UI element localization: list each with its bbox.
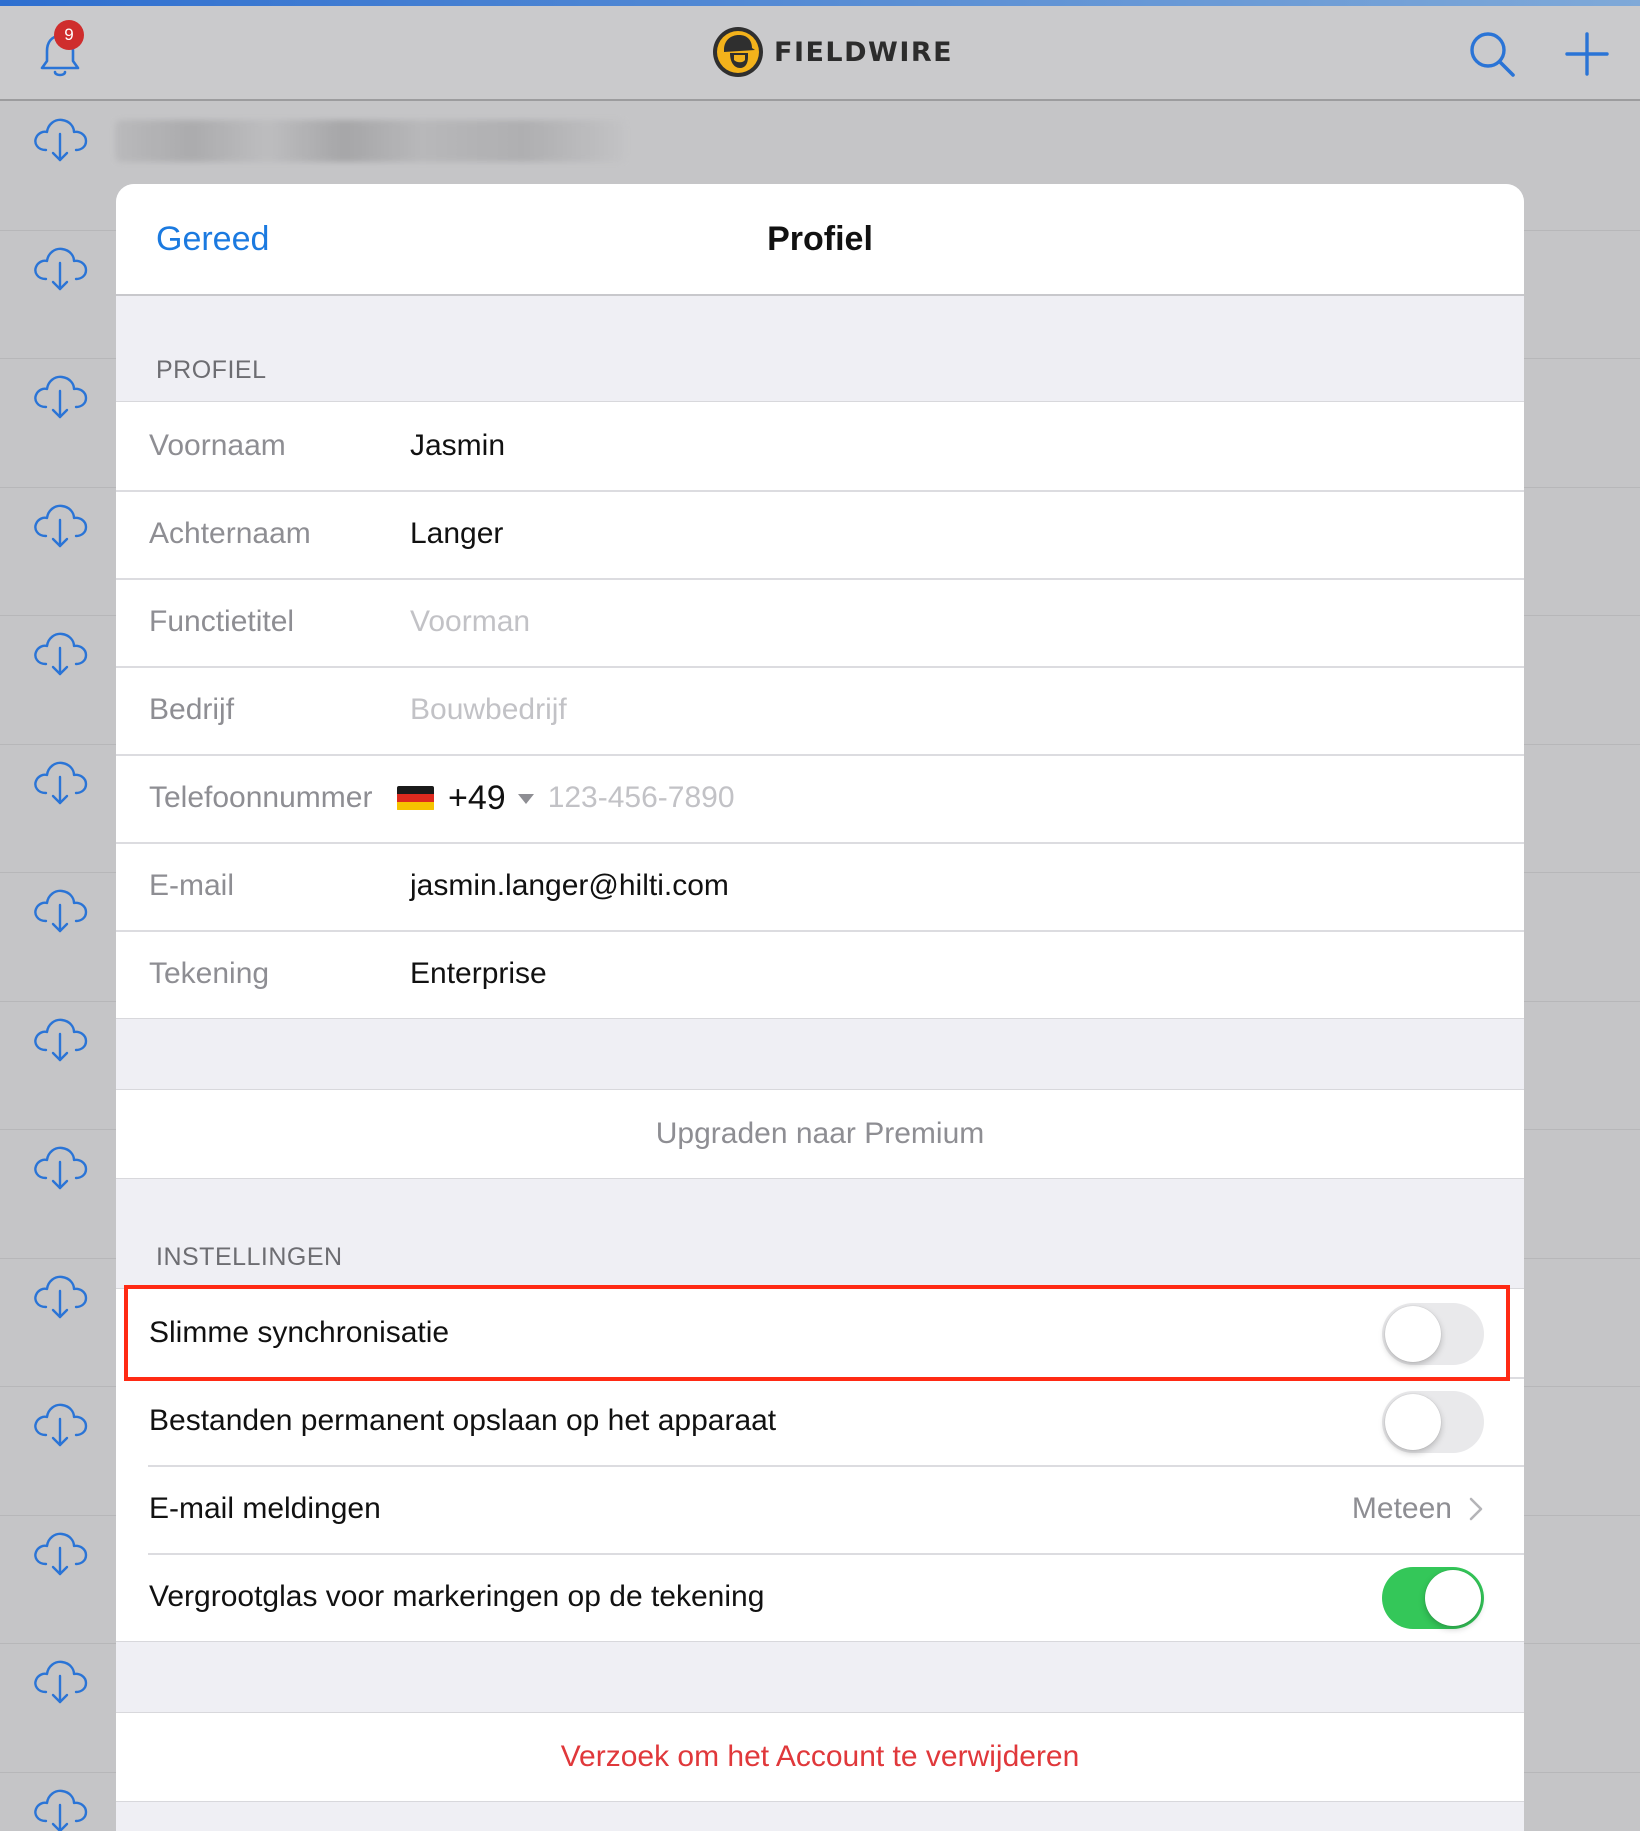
magnifier-label: Vergrootglas voor markeringen op de teke… bbox=[149, 1580, 765, 1613]
cloud-download-icon[interactable] bbox=[30, 112, 90, 164]
email-notifications-value[interactable]: Meteen bbox=[1352, 1492, 1484, 1526]
cloud-download-icon[interactable] bbox=[30, 1783, 90, 1831]
cloud-download-icon[interactable] bbox=[30, 1012, 90, 1064]
phone-row[interactable]: Telefoonnummer +49 bbox=[116, 754, 1524, 842]
field-label: Telefoonnummer bbox=[149, 781, 373, 814]
field-label: Achternaam bbox=[149, 517, 311, 550]
toggle-knob bbox=[1385, 1306, 1441, 1362]
first-name-field[interactable]: Jasmin bbox=[410, 429, 505, 463]
field-label: Tekening bbox=[149, 957, 270, 990]
email-row[interactable]: E-mail jasmin.langer@hilti.com bbox=[116, 842, 1524, 930]
magnifier-row: Vergrootglas voor markeringen op de teke… bbox=[116, 1553, 1524, 1641]
profile-section-header: PROFIEL bbox=[156, 356, 267, 384]
add-button[interactable] bbox=[1562, 28, 1612, 80]
email-notifications-value-text: Meteen bbox=[1351, 1492, 1452, 1525]
first-name-row[interactable]: Voornaam Jasmin bbox=[116, 402, 1524, 490]
company-field[interactable]: Bouwbedrijf bbox=[410, 693, 567, 727]
cloud-download-icon[interactable] bbox=[30, 1526, 90, 1578]
phone-number-input[interactable] bbox=[547, 781, 948, 815]
magnifier-toggle[interactable] bbox=[1382, 1567, 1484, 1629]
cloud-download-icon[interactable] bbox=[30, 1269, 90, 1321]
cloud-download-icon[interactable] bbox=[30, 241, 90, 293]
cloud-download-icon[interactable] bbox=[30, 369, 90, 421]
brand-name: FIELDWIRE bbox=[774, 36, 954, 68]
settings-section-header: INSTELLINGEN bbox=[156, 1243, 343, 1271]
email-field[interactable]: jasmin.langer@hilti.com bbox=[410, 869, 729, 903]
cloud-download-icon[interactable] bbox=[30, 1397, 90, 1449]
app-top-bar: 9 FIELDWIRE bbox=[0, 6, 1640, 101]
cloud-download-icon[interactable] bbox=[30, 498, 90, 550]
toggle-knob bbox=[1385, 1394, 1441, 1450]
cloud-download-icon[interactable] bbox=[30, 883, 90, 935]
last-name-row[interactable]: Achternaam Langer bbox=[116, 490, 1524, 578]
notification-count-badge: 9 bbox=[54, 20, 84, 50]
plan-value: Enterprise bbox=[410, 957, 547, 990]
job-title-row[interactable]: Functietitel Voorman bbox=[116, 578, 1524, 666]
last-name-field[interactable]: Langer bbox=[410, 517, 503, 551]
country-code[interactable]: +49 bbox=[448, 779, 506, 818]
cloud-download-icon[interactable] bbox=[30, 1140, 90, 1192]
job-title-field[interactable]: Voorman bbox=[410, 605, 530, 639]
search-button[interactable] bbox=[1466, 28, 1518, 80]
upgrade-button[interactable]: Upgraden naar Premium bbox=[116, 1117, 1524, 1151]
blurred-project-name bbox=[115, 120, 625, 162]
smart-sync-label: Slimme synchronisatie bbox=[149, 1316, 450, 1349]
field-label: Bedrijf bbox=[149, 693, 235, 726]
brand-logo-group: FIELDWIRE bbox=[712, 24, 953, 80]
cloud-download-icon[interactable] bbox=[30, 755, 90, 807]
smart-sync-toggle[interactable] bbox=[1382, 1303, 1484, 1365]
toggle-knob bbox=[1425, 1570, 1481, 1626]
fieldwire-logo-icon bbox=[713, 27, 763, 77]
germany-flag-icon[interactable] bbox=[397, 785, 434, 811]
field-label: Voornaam bbox=[149, 429, 286, 462]
smart-sync-row: Slimme synchronisatie bbox=[116, 1289, 1524, 1377]
delete-account-button[interactable]: Verzoek om het Account te verwijderen bbox=[116, 1740, 1524, 1774]
store-files-row: Bestanden permanent opslaan op het appar… bbox=[116, 1377, 1524, 1465]
field-label: Functietitel bbox=[149, 605, 295, 638]
field-label: E-mail bbox=[149, 869, 235, 902]
country-dropdown-caret-icon[interactable] bbox=[517, 794, 534, 804]
settings-group: Slimme synchronisatie Bestanden permanen… bbox=[116, 1288, 1524, 1642]
cloud-download-icon[interactable] bbox=[30, 1654, 90, 1706]
email-notifications-label: E-mail meldingen bbox=[149, 1492, 381, 1525]
phone-input-group: +49 bbox=[397, 779, 948, 818]
profile-fields-group: Voornaam Jasmin Achternaam Langer Functi… bbox=[116, 401, 1524, 1019]
cloud-download-icon[interactable] bbox=[30, 626, 90, 678]
modal-title: Profiel bbox=[767, 220, 873, 258]
upgrade-group: Upgraden naar Premium bbox=[116, 1089, 1524, 1179]
company-row[interactable]: Bedrijf Bouwbedrijf bbox=[116, 666, 1524, 754]
plan-row: Tekening Enterprise bbox=[116, 930, 1524, 1018]
delete-account-group: Verzoek om het Account te verwijderen bbox=[116, 1712, 1524, 1802]
plus-icon bbox=[1565, 32, 1609, 76]
chevron-right-icon bbox=[1469, 1497, 1483, 1521]
store-files-label: Bestanden permanent opslaan op het appar… bbox=[149, 1404, 777, 1437]
profile-modal: Gereed Profiel PROFIEL Voornaam Jasmin A… bbox=[116, 184, 1524, 1831]
email-notifications-row[interactable]: E-mail meldingen Meteen bbox=[116, 1465, 1524, 1553]
store-files-toggle[interactable] bbox=[1382, 1391, 1484, 1453]
modal-header: Gereed Profiel bbox=[116, 184, 1524, 296]
search-icon bbox=[1470, 32, 1515, 77]
delete-account-row[interactable]: Verzoek om het Account te verwijderen bbox=[116, 1713, 1524, 1801]
upgrade-row[interactable]: Upgraden naar Premium bbox=[116, 1090, 1524, 1178]
